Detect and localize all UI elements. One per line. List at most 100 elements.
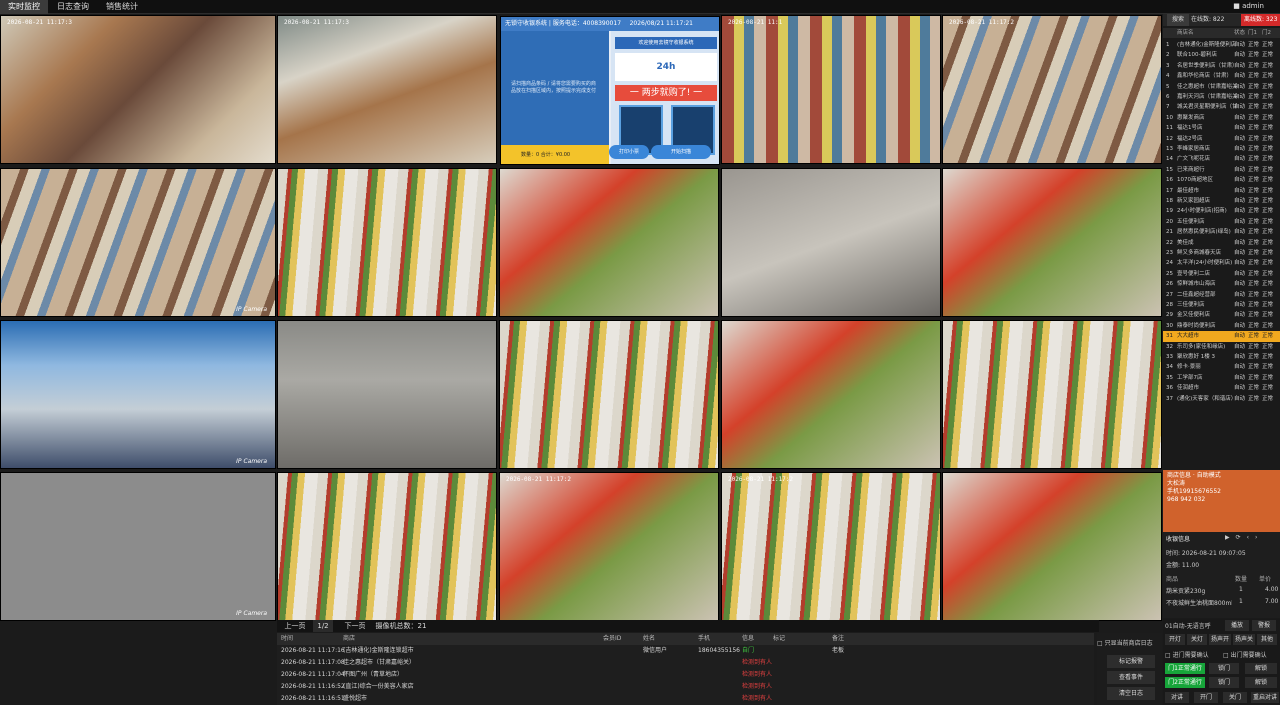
store-list-item[interactable]: 33 聚欣惠好 1楼 3 自动 正常 正常: [1163, 352, 1280, 362]
camera-feed[interactable]: [277, 472, 497, 621]
store-list-item[interactable]: 26 惊鲜城市山海店 自动 正常 正常: [1163, 279, 1280, 289]
door1-unlock-button[interactable]: 解锁: [1245, 663, 1277, 674]
door1-state: 正常: [1248, 364, 1260, 371]
close-door-button[interactable]: 关门: [1223, 692, 1247, 703]
exit-confirm-checkbox[interactable]: □ 出门需要确认: [1223, 650, 1267, 659]
store-list-item[interactable]: 34 修卡·景丽 自动 正常 正常: [1163, 362, 1280, 372]
store-list-item[interactable]: 22 美佳成 自动 正常 正常: [1163, 238, 1280, 248]
search-button[interactable]: 搜索: [1167, 14, 1190, 26]
play-button[interactable]: 播放: [1225, 620, 1249, 631]
store-status: 自动: [1234, 385, 1246, 392]
alarm-button[interactable]: 警报: [1252, 620, 1276, 631]
store-list-item[interactable]: 3 名居世季便利店（甘肃） 自动 正常 正常: [1163, 61, 1280, 71]
store-list-item[interactable]: 15 已来商超行 自动 正常 正常: [1163, 165, 1280, 175]
door2-state: 正常: [1262, 114, 1274, 121]
log-row[interactable]: 2026-08-21 11:16:51 盛悦超市 检测到有人: [277, 693, 1094, 705]
store-list-item[interactable]: 25 壹号便利二店 自动 正常 正常: [1163, 269, 1280, 279]
store-list-item[interactable]: 10 惠聚发商店 自动 正常 正常: [1163, 113, 1280, 123]
store-list-item[interactable]: 37 (通化)天客家（和谐店） 自动 正常 正常: [1163, 394, 1280, 404]
log-row[interactable]: 2026-08-21 11:16:52 (直江)综合一份美容人家店 检测到有人: [277, 681, 1094, 693]
store-list-item[interactable]: 32 乐司多(家佳和缘店) 自动 正常 正常: [1163, 342, 1280, 352]
tab-live-monitor[interactable]: 实时监控: [0, 0, 48, 14]
store-name: 福达2号店: [1177, 135, 1203, 142]
page-indicator: 1/2: [313, 620, 333, 632]
store-list-item[interactable]: 23 鲜又多商城春天店 自动 正常 正常: [1163, 248, 1280, 258]
store-list-item[interactable]: 36 佳润超市 自动 正常 正常: [1163, 383, 1280, 393]
tab-sales-stats[interactable]: 销售统计: [98, 0, 146, 14]
entry-confirm-checkbox[interactable]: □ 进门需要确认: [1165, 650, 1209, 659]
store-list-item[interactable]: 6 嘉利天河店（甘肃嘉峪关） 自动 正常 正常: [1163, 92, 1280, 102]
other-button[interactable]: 其他: [1257, 634, 1277, 645]
store-list-item[interactable]: 28 三佳便利店 自动 正常 正常: [1163, 300, 1280, 310]
light-on-button[interactable]: 开灯: [1165, 634, 1185, 645]
log-row[interactable]: 2026-08-21 11:17:08 佳之惠超市（甘肃嘉峪关） 检测到有人: [277, 657, 1094, 669]
intercom-button[interactable]: 对讲: [1165, 692, 1189, 703]
mark-alarm-button[interactable]: 标记报警: [1107, 655, 1155, 668]
camera-feed[interactable]: [277, 168, 497, 317]
store-list-item[interactable]: 27 二佳鑫超经营部 自动 正常 正常: [1163, 290, 1280, 300]
camera-feed[interactable]: [721, 168, 941, 317]
store-list-item[interactable]: 4 鑫和华伦商店（甘肃） 自动 正常 正常: [1163, 71, 1280, 81]
store-status: 自动: [1234, 135, 1246, 142]
camera-feed[interactable]: [499, 168, 719, 317]
door2-lock-button[interactable]: 锁门: [1209, 677, 1239, 688]
store-list-item[interactable]: 16 1070商超地区 自动 正常 正常: [1163, 175, 1280, 185]
store-list-item[interactable]: 21 居然惠民便利店(绿岛) 自动 正常 正常: [1163, 227, 1280, 237]
store-list-item[interactable]: 24 太平洋(24小时便利店) 自动 正常 正常: [1163, 258, 1280, 268]
store-list-item[interactable]: 12 福达2号店 自动 正常 正常: [1163, 134, 1280, 144]
audio-mode-select[interactable]: 01自动-无语言呼: [1165, 621, 1211, 630]
next-page-button[interactable]: 下一页: [337, 620, 373, 632]
store-list-item[interactable]: 1 (吉林通化)金斯隆便利店 自动 正常 正常: [1163, 40, 1280, 50]
camera-feed[interactable]: [942, 320, 1162, 469]
restart-intercom-button[interactable]: 重启对讲: [1251, 692, 1279, 703]
pos-screen-feed[interactable]: 无锁守收银系统 | 服务电话：4008390017 2026/08/21 11:1…: [500, 16, 720, 165]
store-list-item[interactable]: 20 五佳便利店 自动 正常 正常: [1163, 217, 1280, 227]
store-list-item[interactable]: 19 24小时便利店(招商) 自动 正常 正常: [1163, 206, 1280, 216]
door1-lock-button[interactable]: 锁门: [1209, 663, 1239, 674]
camera-feed[interactable]: 2026-08-21 11:17:3: [277, 15, 497, 164]
store-list-item[interactable]: 30 鼎泰时尚便利店 自动 正常 正常: [1163, 321, 1280, 331]
light-off-button[interactable]: 关灯: [1187, 634, 1207, 645]
camera-feed[interactable]: IP Camera: [0, 472, 276, 621]
store-list-item[interactable]: 7城关君灵星期便利店（甘肃）自动正常正常: [1163, 102, 1280, 112]
camera-feed[interactable]: 2026-08-21 11:1: [721, 15, 941, 164]
store-list-item[interactable]: 2 联合100-碧利店 自动 正常 正常: [1163, 50, 1280, 60]
store-list-item[interactable]: 11 福达1号店 自动 正常 正常: [1163, 123, 1280, 133]
speaker-on-button[interactable]: 扬声开: [1209, 634, 1231, 645]
store-list-item[interactable]: 35 工学部7店 自动 正常 正常: [1163, 373, 1280, 383]
camera-feed[interactable]: [277, 320, 497, 469]
camera-feed[interactable]: 2026-08-21 11:17:2: [942, 15, 1162, 164]
camera-feed[interactable]: IP Camera: [0, 320, 276, 469]
prev-page-button[interactable]: 上一页: [277, 620, 313, 632]
store-name: 嘉利天河店（甘肃嘉峪关）: [1177, 94, 1237, 100]
open-door-button[interactable]: 开门: [1194, 692, 1218, 703]
camera-feed[interactable]: [942, 472, 1162, 621]
log-row[interactable]: 2026-08-21 11:17:04 怀图广州（青草地店） 检测到有人: [277, 669, 1094, 681]
camera-feed[interactable]: 2026-08-21 11:17:3: [0, 15, 276, 164]
camera-feed[interactable]: [942, 168, 1162, 317]
door1-state: 正常: [1248, 104, 1260, 111]
camera-feed[interactable]: [721, 320, 941, 469]
view-event-button[interactable]: 查看事件: [1107, 671, 1155, 684]
store-list-item[interactable]: 31 大大超市 自动 正常 正常: [1163, 331, 1280, 342]
log-row[interactable]: 2026-08-21 11:17:16 (吉林通化)金斯隆连锁超市 微信用户 1860…: [277, 645, 1094, 657]
store-list-item[interactable]: 13 李峰家居商店 自动 正常 正常: [1163, 144, 1280, 154]
store-list-item[interactable]: 14 广文飞呢花店 自动 正常 正常: [1163, 154, 1280, 164]
store-list-item[interactable]: 18 新又家园超店 自动 正常 正常: [1163, 196, 1280, 206]
speaker-off-button[interactable]: 扬声关: [1233, 634, 1255, 645]
clear-log-button[interactable]: 清空日志: [1107, 687, 1155, 700]
user-menu[interactable]: ■ admin: [1233, 2, 1264, 10]
tab-log-query[interactable]: 日志查询: [50, 0, 96, 14]
store-list-item[interactable]: 17 最佳超市 自动 正常 正常: [1163, 186, 1280, 196]
pos-print-button[interactable]: 打印小票: [609, 145, 649, 159]
door2-unlock-button[interactable]: 解锁: [1245, 677, 1277, 688]
camera-feed[interactable]: [499, 320, 719, 469]
camera-feed[interactable]: IP Camera: [0, 168, 276, 317]
receipt-nav-icons[interactable]: ▶⟳‹›: [1225, 534, 1263, 541]
pos-start-button[interactable]: 开始扫描: [651, 145, 711, 159]
camera-feed[interactable]: 2026-08-21 11:17:2: [499, 472, 719, 621]
store-list-item[interactable]: 29 金又佳便利店 自动 正常 正常: [1163, 310, 1280, 320]
log-filter-checkbox[interactable]: □ 只显当前商店日志: [1097, 638, 1162, 647]
camera-feed[interactable]: 2026-08-21 11:17:2: [721, 472, 941, 621]
store-list-item[interactable]: 5 佳之惠超市（甘肃嘉峪关） 自动 正常 正常: [1163, 82, 1280, 92]
